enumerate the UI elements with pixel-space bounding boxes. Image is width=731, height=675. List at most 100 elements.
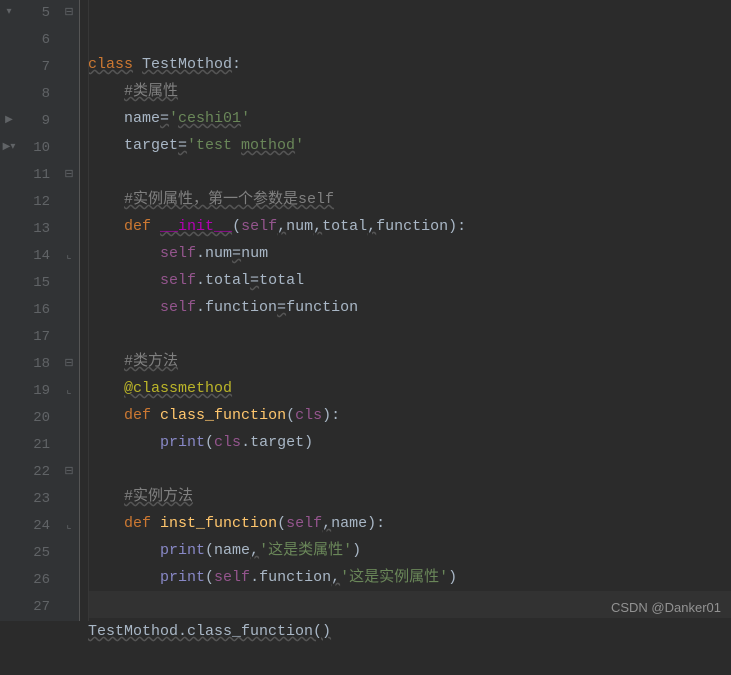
code-token <box>88 191 124 208</box>
code-line[interactable]: #实例属性，第一个参数是self <box>88 186 731 213</box>
code-token: = <box>250 272 259 289</box>
code-token: __init__ <box>160 218 232 235</box>
code-line[interactable]: self.function=function <box>88 294 731 321</box>
code-line[interactable] <box>88 456 731 483</box>
fold-end-icon[interactable]: ⌞ <box>63 385 75 397</box>
line-number: 26 <box>18 567 50 594</box>
code-token <box>151 407 160 424</box>
code-token: function <box>286 299 358 316</box>
fold-start-icon[interactable]: ⊟ <box>63 7 75 19</box>
code-token: ) <box>352 542 361 559</box>
code-line[interactable]: def class_function(cls): <box>88 402 731 429</box>
code-token: TestMothod.class_function() <box>88 623 331 640</box>
code-token: num <box>241 245 268 262</box>
line-number: 6 <box>18 27 50 54</box>
code-line[interactable]: target='test mothod' <box>88 132 731 159</box>
code-token: class <box>88 56 133 73</box>
code-token: ( <box>277 515 286 532</box>
code-token: .total <box>196 272 250 289</box>
code-token: mothod <box>241 137 295 154</box>
code-token: = <box>178 137 187 154</box>
code-token: inst_function <box>160 515 277 532</box>
fold-start-icon[interactable]: ⊟ <box>63 169 75 181</box>
gutter-marker: ▶▾ <box>2 141 16 153</box>
code-line[interactable]: #实例方法 <box>88 483 731 510</box>
line-number: 20 <box>18 405 50 432</box>
gutter-fold[interactable]: ⊟ ⊟ ⌞ ⊟ ⌞ ⊟ ⌞ <box>60 0 80 621</box>
code-line[interactable]: def inst_function(self,name): <box>88 510 731 537</box>
code-token: self <box>286 515 322 532</box>
line-number: 21 <box>18 432 50 459</box>
code-token <box>88 353 124 370</box>
code-line[interactable]: print(self.function,'这是实例属性') <box>88 564 731 591</box>
code-token: , <box>313 218 322 235</box>
code-line[interactable] <box>88 321 731 348</box>
code-token: print <box>160 569 205 586</box>
gutter-line-numbers: 5678910111213141516171819202122232425262… <box>18 0 60 621</box>
code-line[interactable]: name='ceshi01' <box>88 105 731 132</box>
fold-start-icon[interactable]: ⊟ <box>63 358 75 370</box>
code-token: , <box>322 515 331 532</box>
line-number: 5 <box>18 0 50 27</box>
line-number: 18 <box>18 351 50 378</box>
indent-guide <box>88 0 89 621</box>
code-token: .num <box>196 245 232 262</box>
code-line[interactable]: TestMothod.class_function() <box>88 618 731 645</box>
code-token: def <box>124 218 151 235</box>
code-token: '这是类属性' <box>259 542 352 559</box>
line-number: 25 <box>18 540 50 567</box>
code-area[interactable]: class TestMothod: #类属性 name='ceshi01' ta… <box>80 0 731 621</box>
code-line[interactable]: #类属性 <box>88 78 731 105</box>
gutter-markers: ▾▶▶▾ <box>0 0 18 621</box>
code-line[interactable]: @classmethod <box>88 375 731 402</box>
line-number: 24 <box>18 513 50 540</box>
code-token: #实例属性，第一个参数是self <box>124 191 334 208</box>
code-token <box>88 434 160 451</box>
code-token: ' <box>169 110 178 127</box>
code-line[interactable]: class TestMothod: <box>88 51 731 78</box>
code-token: @classmethod <box>124 380 232 397</box>
code-line[interactable]: def __init__(self,num,total,function): <box>88 213 731 240</box>
code-line[interactable]: print(name,'这是类属性') <box>88 537 731 564</box>
code-token: ' <box>241 110 250 127</box>
code-token: ( <box>286 407 295 424</box>
code-token <box>88 380 124 397</box>
code-token: name): <box>331 515 385 532</box>
watermark: CSDN @Danker01 <box>611 600 721 615</box>
code-token <box>88 488 124 505</box>
line-number: 14 <box>18 243 50 270</box>
fold-start-icon[interactable]: ⊟ <box>63 466 75 478</box>
code-token: : <box>232 56 241 73</box>
code-token <box>88 515 124 532</box>
line-number: 9 <box>18 108 50 135</box>
code-token: def <box>124 515 151 532</box>
code-token: ( <box>205 434 214 451</box>
code-token: total <box>259 272 304 289</box>
code-token: def <box>124 407 151 424</box>
code-editor[interactable]: ▾▶▶▾ 56789101112131415161718192021222324… <box>0 0 731 621</box>
line-number: 11 <box>18 162 50 189</box>
code-token: ( <box>232 218 241 235</box>
fold-end-icon[interactable]: ⌞ <box>63 520 75 532</box>
code-token: ' <box>295 137 304 154</box>
line-number: 27 <box>18 594 50 621</box>
code-line[interactable] <box>88 645 731 672</box>
code-token: self <box>241 218 277 235</box>
code-token <box>88 542 160 559</box>
code-line[interactable]: print(cls.target) <box>88 429 731 456</box>
code-token: = <box>232 245 241 262</box>
gutter-marker: ▶ <box>2 114 16 126</box>
code-line[interactable] <box>88 159 731 186</box>
line-number: 16 <box>18 297 50 324</box>
code-token: print <box>160 434 205 451</box>
code-token: self <box>160 245 196 262</box>
fold-end-icon[interactable]: ⌞ <box>63 250 75 262</box>
code-line[interactable]: self.total=total <box>88 267 731 294</box>
code-token <box>88 569 160 586</box>
code-token: print <box>160 542 205 559</box>
code-token: , <box>277 218 286 235</box>
code-token <box>133 56 142 73</box>
code-line[interactable]: #类方法 <box>88 348 731 375</box>
code-token: #类方法 <box>124 353 178 370</box>
code-line[interactable]: self.num=num <box>88 240 731 267</box>
